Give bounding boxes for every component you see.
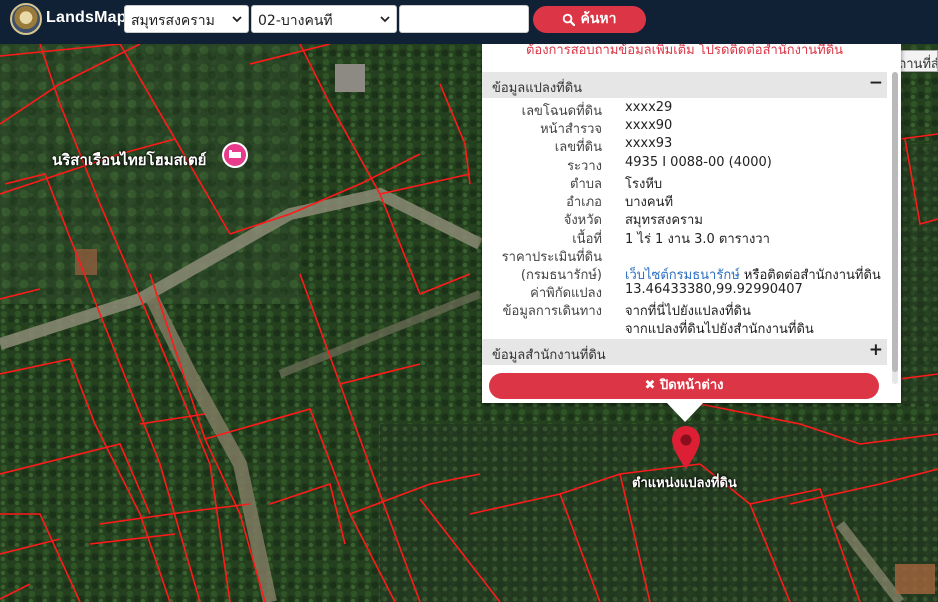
search-icon xyxy=(563,13,576,26)
location-marker-icon[interactable] xyxy=(670,425,702,471)
info-row: เลขโฉนดที่ดิน xxxx29 xyxy=(482,100,887,119)
caret-down-icon xyxy=(380,16,390,23)
popup-pointer xyxy=(666,402,704,422)
homestay-pin-icon[interactable] xyxy=(222,142,248,168)
top-bar: LandsMaps สมุทรสงคราม 02-บางคนที ค้นหา xyxy=(0,0,938,44)
info-key: จังหวัด xyxy=(563,213,602,228)
scrollbar-thumb[interactable] xyxy=(892,72,898,372)
district-select-value: 02-บางคนที xyxy=(258,13,333,29)
district-select[interactable]: 02-บางคนที xyxy=(251,5,397,33)
parcel-info-header-label: ข้อมูลแปลงที่ดิน xyxy=(492,81,583,96)
info-key: เลขที่ดิน xyxy=(554,140,602,155)
search-button-label: ค้นหา xyxy=(580,11,617,27)
directions-to-office-link[interactable]: จากแปลงที่ดินไปยังสำนักงานที่ดิน xyxy=(625,318,814,339)
expand-icon[interactable]: + xyxy=(869,340,883,360)
contact-note: ต้องการสอบถามข้อมูลเพิ่มเติม โปรดติดต่อส… xyxy=(525,44,844,55)
info-value: xxxx29 xyxy=(625,100,673,115)
parcel-info-header[interactable]: ข้อมูลแปลงที่ดิน − xyxy=(482,72,887,98)
info-row: ข้อมูลการเดินทาง จากที่นี่ไปยังแปลงที่ดิ… xyxy=(482,300,887,319)
info-row: เนื้อที่ 1 ไร่ 1 งาน 3.0 ตารางวา xyxy=(482,228,887,247)
close-window-label: ปิดหน้าต่าง xyxy=(659,378,724,393)
info-row: ค่าพิกัดแปลง 13.46433380,99.92990407 xyxy=(482,282,887,301)
poi-label[interactable]: นริสาเรือนไทยโฮมสเตย์ xyxy=(52,148,206,172)
info-row: อำเภอ บางคนที xyxy=(482,191,887,210)
close-window-button[interactable]: ✖ ปิดหน้าต่าง xyxy=(489,373,879,399)
collapse-icon[interactable]: − xyxy=(869,73,883,93)
logo-emblem xyxy=(10,3,42,35)
info-value: xxxx90 xyxy=(625,118,673,133)
info-row: เลขที่ดิน xxxx93 xyxy=(482,136,887,155)
info-row-price: (กรมธนารักษ์) เว็บไซต์กรมธนารักษ์ หรือติ… xyxy=(482,264,887,283)
land-office-header-label: ข้อมูลสำนักงานที่ดิน xyxy=(492,348,606,363)
popup-scrollbar[interactable] xyxy=(892,72,898,384)
info-row: จังหวัด สมุทรสงคราม xyxy=(482,209,887,228)
app-title: LandsMaps xyxy=(46,9,136,26)
province-select[interactable]: สมุทรสงคราม xyxy=(124,5,249,33)
info-value: 4935 I 0088-00 (4000) xyxy=(625,155,772,170)
parcel-info-popup: ต้องการสอบถามข้อมูลเพิ่มเติม โปรดติดต่อส… xyxy=(482,44,901,403)
info-value: xxxx93 xyxy=(625,136,673,151)
info-row: จากแปลงที่ดินไปยังสำนักงานที่ดิน xyxy=(482,318,887,339)
close-x-icon: ✖ xyxy=(644,378,656,393)
coordinates-link[interactable]: 13.46433380,99.92990407 xyxy=(625,282,803,297)
search-button[interactable]: ค้นหา xyxy=(533,6,646,33)
info-row: หน้าสำรวจ xxxx90 xyxy=(482,118,887,137)
satellite-map[interactable]: นริสาเรือนไทยโฮมสเตย์ ตำแหน่งแปลงที่ดิน … xyxy=(0,44,938,602)
info-row: ระวาง 4935 I 0088-00 (4000) xyxy=(482,155,887,174)
info-value: สมุทรสงคราม xyxy=(625,213,703,228)
province-select-value: สมุทรสงคราม xyxy=(131,13,215,29)
price-note: หรือติดต่อสำนักงานที่ดิน xyxy=(739,268,881,283)
info-row-price: ราคาประเมินที่ดิน xyxy=(482,246,887,265)
marker-label: ตำแหน่งแปลงที่ดิน xyxy=(632,476,737,491)
search-input[interactable] xyxy=(399,5,529,33)
caret-down-icon xyxy=(232,16,242,23)
land-office-header[interactable]: ข้อมูลสำนักงานที่ดิน + xyxy=(482,339,887,365)
info-row: ตำบล โรงหีบ xyxy=(482,173,887,192)
treasury-website-link[interactable]: เว็บไซต์กรมธนารักษ์ xyxy=(625,268,740,283)
